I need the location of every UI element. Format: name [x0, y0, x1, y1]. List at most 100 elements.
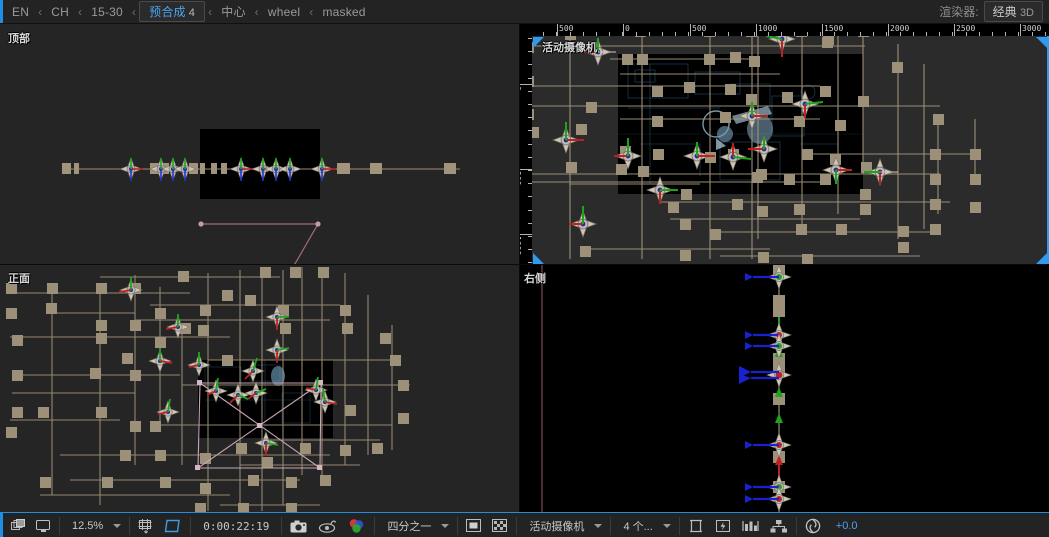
ruler-minor-tick: [528, 236, 532, 237]
ruler-minor-tick: [952, 32, 953, 36]
region-icon: [466, 519, 482, 533]
transparency-grid-button[interactable]: [487, 513, 513, 537]
breadcrumb-active-label: 预合成: [149, 5, 186, 19]
select-view-layout-dropdown[interactable]: 4 个...: [614, 513, 675, 537]
comp-flowchart-button[interactable]: [765, 513, 793, 537]
ruler-minor-tick: [781, 32, 782, 36]
ruler-minor-tick: [528, 78, 532, 79]
show-channel-button[interactable]: [343, 513, 371, 537]
breadcrumb-item-15-30[interactable]: 15-30: [85, 4, 129, 20]
flowchart-icon: [770, 519, 788, 534]
ruler-minor-tick: [583, 32, 584, 36]
breadcrumb-active-number: 4: [189, 7, 195, 19]
breadcrumb-item-wheel[interactable]: wheel: [262, 4, 306, 20]
breadcrumb-item-active-precomp[interactable]: 预合成4: [139, 1, 205, 22]
toggle-display-button[interactable]: [31, 513, 56, 537]
ruler-minor-tick: [636, 32, 637, 36]
current-time-field[interactable]: 0:00:22:19: [194, 513, 278, 537]
ruler-minor-tick: [528, 51, 532, 52]
viewport-front[interactable]: 正面: [0, 265, 519, 512]
exposure-reset-button[interactable]: [800, 513, 827, 537]
breadcrumb-item-center[interactable]: 中心: [215, 2, 251, 21]
pixel-aspect-correction-button[interactable]: [683, 513, 710, 537]
ruler-minor-tick: [966, 32, 967, 36]
ruler-minor-tick: [741, 32, 742, 36]
ruler-minor-tick: [886, 32, 887, 36]
pixel-aspect-icon: [688, 519, 705, 534]
chevron-down-icon: [663, 524, 671, 528]
resolution-value: 四分之一: [383, 518, 435, 534]
toolbar-separator: [190, 517, 191, 535]
ruler-major-tick: [690, 24, 691, 36]
breadcrumb-separator-icon: ‹: [35, 4, 45, 20]
zoom-level-dropdown[interactable]: 12.5%: [63, 513, 126, 537]
ruler-minor-tick: [688, 32, 689, 36]
breadcrumb-separator-icon: ‹: [129, 4, 139, 20]
ruler-minor-tick: [847, 32, 848, 36]
renderer-value-text: 经典: [993, 5, 1017, 19]
ruler-horizontal[interactable]: 500050010001500200025003000: [520, 24, 1049, 36]
ruler-minor-tick: [543, 32, 544, 36]
transparency-grid-icon: [492, 519, 508, 533]
renderer-control: 渲染器: 经典 3D: [939, 0, 1043, 23]
grid-guides-icon: [138, 518, 154, 534]
layers-icon: [11, 519, 26, 533]
ruler-minor-tick: [528, 130, 532, 131]
take-snapshot-button[interactable]: [285, 513, 313, 537]
ruler-minor-tick: [1005, 32, 1006, 36]
toolbar-separator: [796, 517, 797, 535]
fast-previews-button[interactable]: [710, 513, 737, 537]
timeline-button[interactable]: [737, 513, 765, 537]
toolbar-separator: [679, 517, 680, 535]
ruler-label: 500: [692, 25, 706, 33]
ruler-minor-tick: [979, 32, 980, 36]
ruler-major-tick: [822, 24, 823, 36]
ruler-minor-tick: [992, 32, 993, 36]
camera-icon: [290, 519, 308, 534]
renderer-value-button[interactable]: 经典 3D: [984, 1, 1043, 22]
chevron-down-icon: [441, 524, 449, 528]
breadcrumb-item-masked[interactable]: masked: [316, 4, 371, 20]
viewport-right[interactable]: 右侧: [520, 265, 1049, 512]
breadcrumb-bar: EN ‹ CH ‹ 15-30 ‹ 预合成4 ‹ 中心 ‹ wheel ‹ ma…: [0, 0, 1049, 24]
ruler-minor-tick: [622, 32, 623, 36]
ruler-minor-tick: [807, 32, 808, 36]
breadcrumb-separator-icon: ‹: [306, 4, 316, 20]
ruler-minor-tick: [913, 32, 914, 36]
3d-view-value: 活动摄像机: [525, 518, 588, 534]
ruler-vertical[interactable]: 05001000: [520, 24, 532, 264]
ruler-minor-tick: [715, 32, 716, 36]
viewport-active-camera[interactable]: 500050010001500200025003000 05001000 活动摄…: [520, 24, 1049, 264]
toggle-view-layout-button[interactable]: [6, 513, 31, 537]
ruler-minor-tick: [1032, 32, 1033, 36]
ruler-minor-tick: [1045, 32, 1046, 36]
zoom-level-value: 12.5%: [68, 520, 107, 532]
ruler-minor-tick: [939, 32, 940, 36]
viewport-active-camera-canvas: [520, 24, 1049, 264]
exposure-value-field[interactable]: +0.0: [827, 513, 867, 537]
ruler-minor-tick: [834, 32, 835, 36]
breadcrumb-item-en[interactable]: EN: [6, 4, 35, 20]
monitor-icon: [36, 519, 51, 533]
viewport-front-canvas: [0, 265, 519, 512]
3d-view-dropdown[interactable]: 活动摄像机: [520, 513, 607, 537]
ruler-major-tick: [623, 24, 624, 36]
grid-guides-button[interactable]: [133, 513, 159, 537]
chevron-down-icon: [113, 524, 121, 528]
ruler-major-tick: [520, 234, 532, 235]
region-button[interactable]: [461, 513, 487, 537]
chevron-down-icon: [594, 524, 602, 528]
show-snapshot-button[interactable]: [313, 513, 343, 537]
select-view-layout-value: 4 个...: [619, 518, 656, 534]
breadcrumb-item-ch[interactable]: CH: [45, 4, 75, 20]
region-of-interest-button[interactable]: [159, 513, 187, 537]
ruler-major-tick: [1020, 24, 1021, 36]
viewport-top[interactable]: 顶部: [0, 24, 519, 264]
ruler-minor-tick: [528, 249, 532, 250]
ruler-minor-tick: [528, 223, 532, 224]
ruler-minor-tick: [728, 32, 729, 36]
ruler-minor-tick: [860, 32, 861, 36]
ruler-label: 500: [520, 171, 521, 185]
resolution-dropdown[interactable]: 四分之一: [378, 513, 454, 537]
ruler-minor-tick: [570, 32, 571, 36]
